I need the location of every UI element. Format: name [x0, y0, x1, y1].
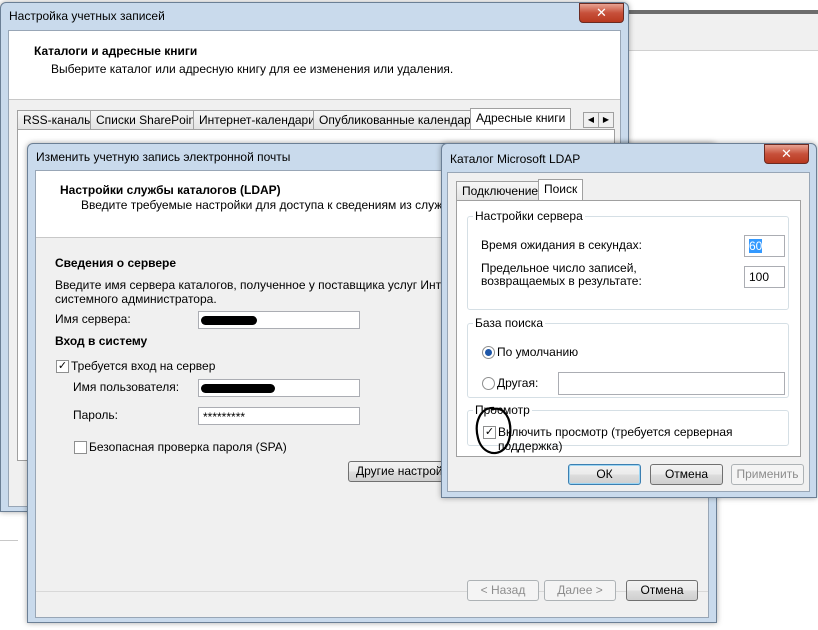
max-entries-label: Предельное число записей,	[481, 261, 637, 275]
other-radio-label: Другая:	[497, 376, 539, 390]
server-section-title: Сведения о сервере	[55, 256, 177, 270]
server-section-text-2: системного администратора.	[55, 292, 217, 306]
tab-internet-calendars[interactable]: Интернет-календари	[193, 110, 321, 129]
background-window-strip	[628, 14, 818, 51]
password-input[interactable]: *********	[198, 407, 360, 425]
tab-label: RSS-каналы	[23, 113, 93, 127]
redaction-mark	[201, 316, 257, 325]
tab-label: Адресные книги	[476, 111, 566, 125]
tab-published-calendars[interactable]: Опубликованные календари	[313, 110, 484, 129]
other-radio[interactable]	[482, 377, 495, 390]
default-radio-label: По умолчанию	[497, 345, 579, 359]
tab-scroll-right-button[interactable]: ▶	[598, 112, 614, 128]
window-title: Изменить учетную запись электронной почт…	[36, 150, 291, 164]
tab-scroll-left-button[interactable]: ◀	[583, 112, 599, 128]
window-title: Настройка учетных записей	[9, 9, 165, 23]
header-panel: Каталоги и адресные книги Выберите катал…	[9, 31, 620, 100]
tab-label: Интернет-календари	[199, 113, 315, 127]
server-section-text: Введите имя сервера каталогов, полученно…	[55, 278, 473, 292]
close-icon: ✕	[781, 146, 792, 161]
tab-label: Опубликованные календари	[319, 113, 478, 127]
header-title: Каталоги и адресные книги	[34, 44, 198, 58]
password-label: Пароль:	[73, 408, 118, 422]
back-button[interactable]: < Назад	[467, 580, 539, 601]
check-icon: ✓	[57, 360, 68, 372]
login-required-checkbox[interactable]: ✓	[56, 360, 69, 373]
tab-label: Подключение	[462, 184, 539, 198]
annotation-stroke	[475, 406, 512, 455]
cancel-button[interactable]: Отмена	[626, 580, 698, 601]
login-section-title: Вход в систему	[55, 334, 148, 348]
timeout-label: Время ожидания в секундах:	[481, 238, 642, 252]
tab-address-books[interactable]: Адресные книги	[470, 108, 572, 129]
tab-label: Списки SharePoint	[96, 113, 199, 127]
timeout-input[interactable]: 60	[744, 235, 785, 257]
cancel-button[interactable]: Отмена	[650, 464, 723, 485]
enable-browse-label: Включить просмотр (требуется серверная п…	[498, 425, 733, 453]
more-settings-button[interactable]: Другие настрой	[348, 461, 448, 482]
hand-drawn-circle-annotation	[475, 406, 512, 455]
background-edge	[0, 540, 18, 541]
tab-connection[interactable]: Подключение	[456, 181, 545, 200]
next-button[interactable]: Далее >	[544, 580, 616, 601]
username-input[interactable]	[198, 379, 360, 397]
redaction-mark	[201, 384, 275, 393]
arrow-left-icon: ◀	[587, 115, 595, 124]
tab-rss[interactable]: RSS-каналы	[17, 110, 99, 129]
tab-search[interactable]: Поиск	[538, 179, 584, 200]
tab-label: Поиск	[544, 182, 578, 196]
max-entries-input[interactable]: 100	[744, 266, 785, 288]
close-button[interactable]: ✕	[764, 144, 809, 164]
spa-checkbox[interactable]	[74, 441, 87, 454]
window-body: Подключение Поиск Настройки сервера Врем…	[447, 172, 810, 492]
server-name-input[interactable]	[198, 311, 360, 329]
close-button[interactable]: ✕	[579, 3, 624, 23]
ldap-window: Каталог Microsoft LDAP ✕ Подключение Пои…	[441, 143, 817, 498]
header-subtitle: Выберите каталог или адресную книгу для …	[51, 62, 454, 76]
background-window-edge	[628, 10, 818, 14]
username-label: Имя пользователя:	[73, 380, 180, 394]
timeout-value: 60	[749, 239, 763, 253]
default-radio[interactable]	[482, 346, 495, 359]
tab-sharepoint[interactable]: Списки SharePoint	[90, 110, 205, 129]
close-icon: ✕	[596, 5, 607, 20]
other-search-base-input[interactable]	[558, 372, 785, 395]
header-subtitle: Введите требуемые настройки для доступа …	[81, 198, 474, 212]
max-entries-label-2: возвращаемых в результате:	[481, 274, 642, 288]
server-settings-label: Настройки сервера	[473, 209, 585, 223]
arrow-right-icon: ▶	[602, 115, 610, 124]
window-title: Каталог Microsoft LDAP	[450, 152, 581, 166]
ok-button[interactable]: ОК	[568, 464, 641, 485]
spa-label: Безопасная проверка пароля (SPA)	[89, 440, 287, 454]
apply-button[interactable]: Применить	[731, 464, 804, 485]
login-required-label: Требуется вход на сервер	[71, 359, 216, 373]
header-title: Настройки службы каталогов (LDAP)	[60, 183, 281, 197]
search-base-label: База поиска	[473, 316, 545, 330]
server-name-label: Имя сервера:	[55, 312, 131, 326]
tab-content-panel: Настройки сервера Время ожидания в секун…	[456, 200, 801, 457]
